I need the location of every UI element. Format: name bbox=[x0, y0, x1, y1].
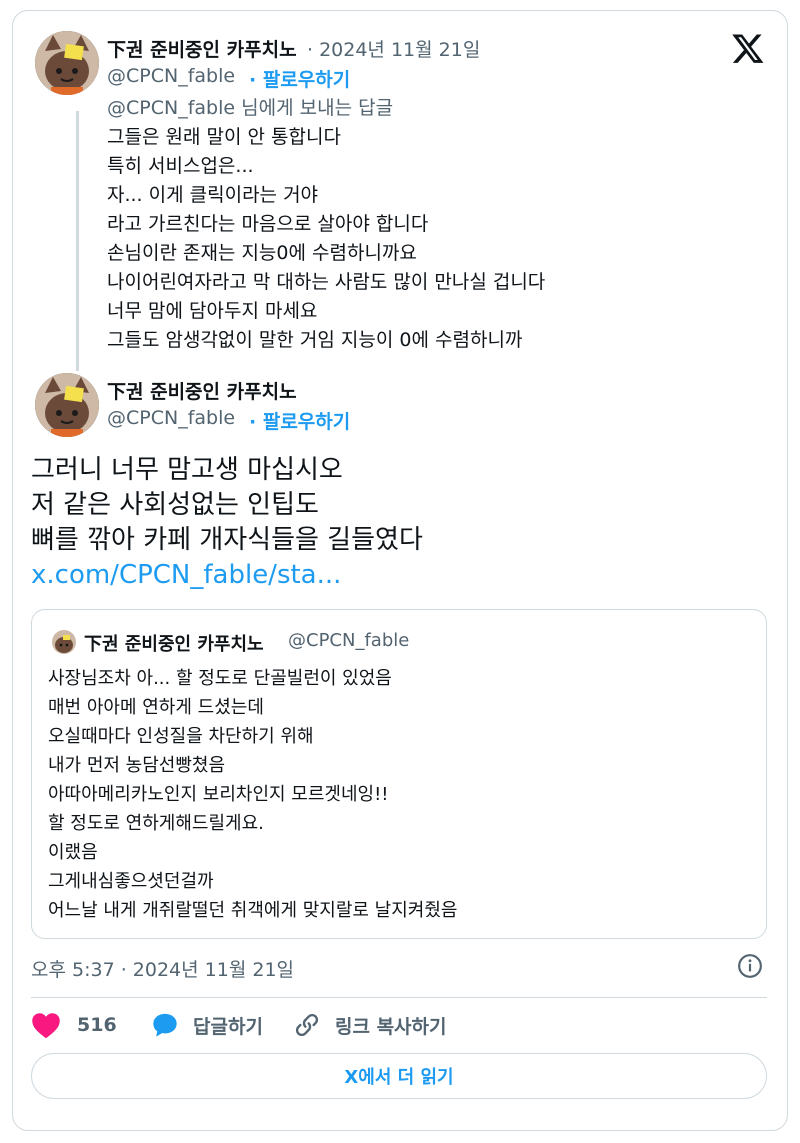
author-name[interactable]: 下권 준비중인 카푸치노 bbox=[107, 377, 297, 404]
avatar[interactable] bbox=[35, 373, 99, 437]
speech-bubble-icon bbox=[153, 1013, 177, 1037]
author-handle[interactable]: @CPCN_fable bbox=[107, 65, 235, 87]
quoted-tweet[interactable]: 下권 준비중인 카푸치노 @CPCN_fable 사장님조차 아... 할 정도… bbox=[31, 609, 767, 939]
author-handle[interactable]: @CPCN_fable bbox=[107, 407, 235, 429]
reply-text-line: 그들도 암생각없이 말한 거임 지능이 0에 수렴하니까 bbox=[107, 329, 523, 351]
reply-text-line: 손님이란 존재는 지능0에 수렴하니까요 bbox=[107, 242, 417, 264]
like-button[interactable]: 516 bbox=[31, 1011, 117, 1039]
follow-button[interactable]: · 팔로우하기 bbox=[249, 407, 350, 434]
quote-author-handle: @CPCN_fable bbox=[288, 630, 410, 651]
link-icon bbox=[295, 1013, 319, 1037]
replying-to-suffix: 님에게 보내는 답글 bbox=[241, 97, 394, 119]
heart-icon bbox=[32, 1013, 60, 1039]
quote-author-name: 下권 준비중인 카푸치노 bbox=[84, 634, 264, 655]
main-text-line: 저 같은 사회성없는 인팁도 bbox=[31, 490, 319, 520]
quote-text-line: 그게내심좋으셧던걸까 bbox=[48, 871, 214, 892]
reply-tweet-text: 그들은 원래 말이 안 통합니다 특히 서비스업은... 자... 이게 클릭이… bbox=[107, 123, 545, 355]
copy-link-label: 링크 복사하기 bbox=[335, 1015, 447, 1038]
quote-text-line: 할 정도로 연하게해드릴게요. bbox=[48, 813, 264, 834]
main-text-line: 뼈를 깎아 카페 개자식들을 길들였다 bbox=[31, 525, 423, 555]
tweet-timestamp[interactable]: 오후 5:37 · 2024년 11월 21일 bbox=[31, 955, 294, 982]
quote-text-line: 오실때마다 인성질을 차단하기 위해 bbox=[48, 726, 314, 747]
quote-text-line: 이랬음 bbox=[48, 842, 98, 863]
quote-tweet-text: 사장님조차 아... 할 정도로 단골빌런이 있었음 매번 아아메 연하게 드셨… bbox=[48, 664, 458, 925]
x-logo-icon[interactable] bbox=[731, 31, 765, 65]
reply-text-line: 자... 이게 클릭이라는 거야 bbox=[107, 184, 319, 206]
replying-to: @CPCN_fable 님에게 보내는 답글 bbox=[107, 93, 393, 120]
reply-text-line: 특히 서비스업은... bbox=[107, 155, 254, 177]
quote-text-line: 아따아메리카노인지 보리차인지 모르겟네잉!! bbox=[48, 784, 389, 805]
author-name[interactable]: 下권 준비중인 카푸치노 bbox=[107, 35, 297, 62]
thread-connector-line bbox=[76, 111, 79, 371]
reply-text-line: 그들은 원래 말이 안 통합니다 bbox=[107, 126, 341, 148]
tweet-link[interactable]: x.com/CPCN_fable/sta... bbox=[31, 560, 341, 590]
reply-button[interactable]: 답글하기 bbox=[151, 1011, 263, 1039]
quote-text-line: 사장님조차 아... 할 정도로 단골빌런이 있었음 bbox=[48, 668, 392, 689]
quote-text-line: 내가 먼저 농담선빵쳤음 bbox=[48, 755, 226, 776]
main-tweet-text: 그러니 너무 맘고생 마십시오 저 같은 사회성없는 인팁도 뼈를 깎아 카페 … bbox=[31, 453, 423, 593]
reply-text-line: 나이어린여자라고 막 대하는 사람도 많이 만나실 겁니다 bbox=[107, 271, 546, 293]
tweet-date[interactable]: · 2024년 11월 21일 bbox=[307, 35, 480, 62]
reply-text-line: 라고 가르친다는 마음으로 살아야 합니다 bbox=[107, 213, 429, 235]
replying-to-handle[interactable]: @CPCN_fable bbox=[107, 97, 235, 119]
avatar[interactable] bbox=[35, 31, 99, 95]
read-more-button[interactable]: X에서 더 읽기 bbox=[31, 1053, 767, 1099]
quote-text-line: 어느날 내게 개쥐랄떨던 취객에게 맞지랄로 날지켜줬음 bbox=[48, 900, 458, 921]
divider bbox=[31, 997, 767, 998]
info-icon[interactable] bbox=[737, 953, 763, 979]
embedded-tweet-card: 下권 준비중인 카푸치노 · 2024년 11월 21일 @CPCN_fable… bbox=[12, 10, 788, 1131]
like-count: 516 bbox=[77, 1014, 117, 1036]
quote-avatar bbox=[52, 630, 76, 654]
reply-label: 답글하기 bbox=[193, 1015, 263, 1038]
follow-button[interactable]: · 팔로우하기 bbox=[249, 65, 350, 92]
copy-link-button[interactable]: 링크 복사하기 bbox=[293, 1011, 447, 1039]
main-text-line: 그러니 너무 맘고생 마십시오 bbox=[31, 455, 343, 485]
quote-text-line: 매번 아아메 연하게 드셨는데 bbox=[48, 697, 264, 718]
reply-text-line: 너무 맘에 담아두지 마세요 bbox=[107, 300, 318, 322]
